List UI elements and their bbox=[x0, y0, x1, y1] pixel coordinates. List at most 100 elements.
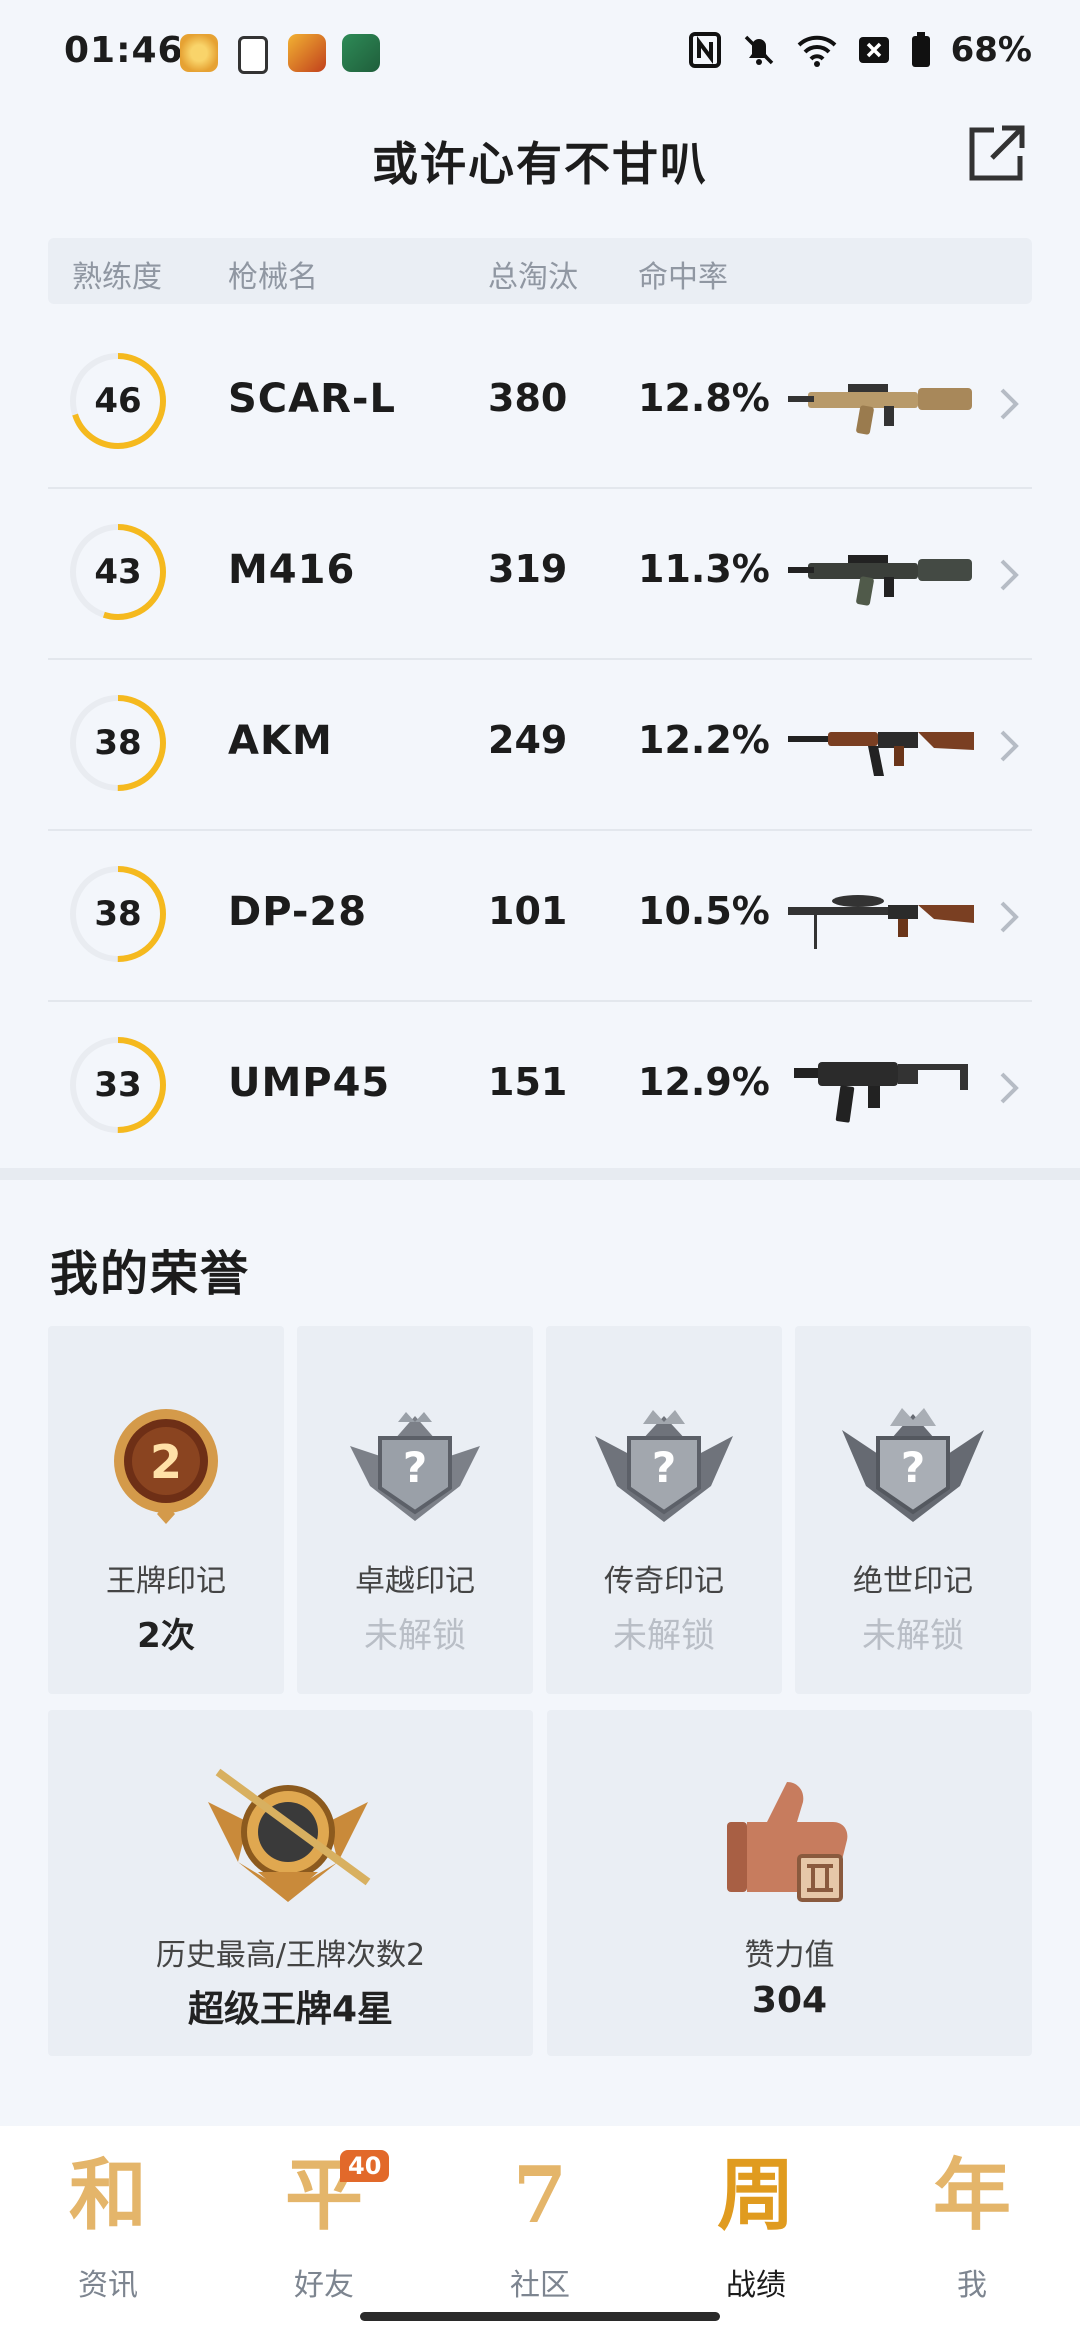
chevron-right-icon bbox=[1000, 1072, 1019, 1104]
honors-title: 我的荣誉 bbox=[50, 1246, 251, 1302]
locked-mark-icon: ? bbox=[842, 1408, 984, 1522]
weapon-kills: 249 bbox=[488, 718, 568, 762]
weapon-row[interactable]: 33 UMP45 151 12.9% bbox=[48, 1002, 1032, 1173]
weapon-row[interactable]: 38 AKM 249 12.2% bbox=[48, 660, 1032, 831]
weapon-kills: 380 bbox=[488, 376, 568, 420]
svg-text:?: ? bbox=[901, 1443, 925, 1492]
chevron-right-icon bbox=[1000, 388, 1019, 420]
section-divider bbox=[0, 1168, 1080, 1180]
column-header-accuracy: 命中率 bbox=[638, 260, 728, 295]
nav-label: 好友 bbox=[294, 2268, 354, 2303]
weapon-row[interactable]: 38 DP-28 101 10.5% bbox=[48, 831, 1032, 1002]
honor-card-excellent[interactable]: ? 卓越印记 未解锁 bbox=[297, 1326, 533, 1694]
weapon-accuracy: 11.3% bbox=[638, 547, 770, 591]
honor-value: 未解锁 bbox=[613, 1616, 715, 1656]
akm-rifle-image bbox=[788, 732, 974, 776]
mute-bell-icon bbox=[744, 35, 773, 65]
shield-notification-icon bbox=[342, 34, 380, 72]
nav-label: 社区 bbox=[510, 2268, 570, 2303]
likes-card[interactable]: 赞力值 304 bbox=[547, 1710, 1032, 2056]
weapon-row[interactable]: 46 SCAR-L 380 12.8% bbox=[48, 318, 1032, 489]
friends-icon: 平 bbox=[284, 2150, 363, 2241]
locked-mark-icon: ? bbox=[595, 1410, 733, 1522]
honor-value: 2次 bbox=[137, 1616, 195, 1656]
m416-rifle-image bbox=[788, 555, 972, 606]
honor-card-legend[interactable]: ? 传奇印记 未解锁 bbox=[546, 1326, 782, 1694]
status-bar: 01:46 68% bbox=[0, 0, 1080, 112]
community-icon: 7 bbox=[512, 2150, 568, 2241]
ace-mark-number: 2 bbox=[150, 1435, 182, 1489]
column-header-kills: 总淘汰 bbox=[488, 260, 578, 295]
ump45-gun-image bbox=[794, 1062, 968, 1123]
chevron-right-icon bbox=[1000, 730, 1019, 762]
stat-value: 超级王牌4星 bbox=[187, 1989, 394, 2030]
proficiency-ring: 38 bbox=[68, 864, 168, 964]
proficiency-value: 46 bbox=[94, 381, 142, 421]
share-icon[interactable] bbox=[964, 122, 1028, 186]
proficiency-value: 33 bbox=[94, 1065, 142, 1105]
scar-rifle-image bbox=[788, 384, 972, 435]
weapon-accuracy: 12.2% bbox=[638, 718, 770, 762]
svg-text:?: ? bbox=[652, 1443, 676, 1492]
me-icon: 年 bbox=[932, 2150, 1011, 2241]
honor-marks-grid: 2 王牌印记 2次 ? 卓越印记 未解锁 ? 传奇印记 未解锁 ? 绝世印记 未… bbox=[48, 1326, 1032, 1694]
honor-label: 绝世印记 bbox=[853, 1564, 973, 1599]
weapon-row[interactable]: 43 M416 319 11.3% bbox=[48, 489, 1032, 660]
rank-emblem-icon bbox=[208, 1768, 371, 1902]
records-icon: 周 bbox=[716, 2150, 795, 2241]
honor-value: 未解锁 bbox=[862, 1616, 964, 1656]
honor-card-peerless[interactable]: ? 绝世印记 未解锁 bbox=[795, 1326, 1031, 1694]
weapon-name: SCAR-L bbox=[228, 376, 397, 422]
proficiency-ring: 43 bbox=[68, 522, 168, 622]
wifi-icon bbox=[797, 35, 836, 67]
svg-text:?: ? bbox=[403, 1443, 427, 1492]
nav-item-friends[interactable]: 平 40 好友 bbox=[216, 2146, 432, 2304]
stat-value: 304 bbox=[751, 1980, 828, 2021]
stat-label: 历史最高/王牌次数2 bbox=[155, 1938, 426, 1973]
table-header: 熟练度 枪械名 总淘汰 命中率 bbox=[48, 238, 1032, 304]
honor-value: 未解锁 bbox=[364, 1616, 466, 1656]
weapon-name: DP-28 bbox=[228, 889, 368, 935]
home-indicator[interactable] bbox=[360, 2312, 720, 2321]
honor-card-ace[interactable]: 2 王牌印记 2次 bbox=[48, 1326, 284, 1694]
app-notification-icon bbox=[180, 34, 218, 72]
status-time: 01:46 bbox=[64, 30, 184, 71]
highest-rank-card[interactable]: 历史最高/王牌次数2 超级王牌4星 bbox=[48, 1710, 533, 2056]
honor-stats-grid: 历史最高/王牌次数2 超级王牌4星 赞力值 304 bbox=[48, 1710, 1032, 2056]
news-icon: 和 bbox=[68, 2150, 147, 2241]
nav-label: 我 bbox=[957, 2268, 987, 2303]
honor-label: 王牌印记 bbox=[106, 1564, 226, 1599]
nav-label: 资讯 bbox=[78, 2268, 138, 2303]
proficiency-ring: 38 bbox=[68, 693, 168, 793]
honor-label: 卓越印记 bbox=[355, 1564, 475, 1599]
weapon-accuracy: 12.8% bbox=[638, 376, 770, 420]
nav-label: 战绩 bbox=[726, 2268, 786, 2303]
nav-item-me[interactable]: 年 我 bbox=[864, 2146, 1080, 2304]
page-title: 或许心有不甘叭 bbox=[372, 137, 708, 191]
thumbs-up-icon bbox=[727, 1782, 848, 1902]
no-sim-icon bbox=[858, 37, 889, 63]
nav-item-community[interactable]: 7 社区 bbox=[432, 2146, 648, 2304]
document-notification-icon bbox=[238, 36, 268, 74]
column-header-weapon: 枪械名 bbox=[228, 260, 318, 295]
proficiency-value: 38 bbox=[94, 894, 142, 934]
weapon-kills: 319 bbox=[488, 547, 568, 591]
game-notification-icon bbox=[288, 34, 326, 72]
nav-item-records[interactable]: 周 战绩 bbox=[648, 2146, 864, 2304]
weapon-accuracy: 10.5% bbox=[638, 889, 770, 933]
nfc-icon bbox=[688, 32, 721, 68]
honor-label: 传奇印记 bbox=[604, 1564, 724, 1599]
locked-mark-icon: ? bbox=[350, 1412, 480, 1521]
notification-icons bbox=[180, 34, 380, 76]
weapon-accuracy: 12.9% bbox=[638, 1060, 770, 1104]
dp28-gun-image bbox=[788, 895, 974, 949]
chevron-right-icon bbox=[1000, 559, 1019, 591]
nav-item-news[interactable]: 和 资讯 bbox=[0, 2146, 216, 2304]
column-header-proficiency: 熟练度 bbox=[72, 260, 162, 295]
weapon-kills: 151 bbox=[488, 1060, 568, 1104]
proficiency-value: 38 bbox=[94, 723, 142, 763]
weapon-list: 46 SCAR-L 380 12.8% 43 M416 319 11.3% 38… bbox=[48, 318, 1032, 1173]
weapon-kills: 101 bbox=[488, 889, 568, 933]
friends-badge: 40 bbox=[340, 2150, 390, 2182]
proficiency-value: 43 bbox=[94, 552, 142, 592]
